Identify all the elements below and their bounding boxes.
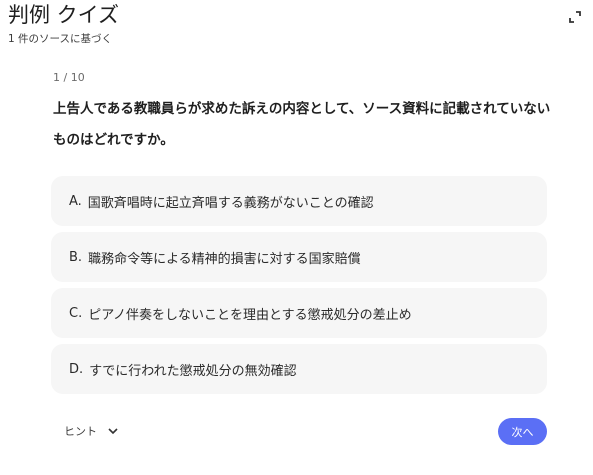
option-text: すでに行われた懲戒処分の無効確認 <box>89 363 297 379</box>
expand-icon <box>569 11 581 23</box>
expand-button[interactable] <box>565 7 585 27</box>
page-title: 判例 クイズ <box>8 3 120 27</box>
option-letter: D. <box>69 361 84 377</box>
option-letter: A. <box>69 193 82 209</box>
answer-option-b[interactable]: B. 職務命令等による精神的損害に対する国家賠償 <box>51 232 547 282</box>
hint-label: ヒント <box>64 425 97 438</box>
question-text: 上告人である教職員らが求めた訴えの内容として、ソース資料に記載されていないものは… <box>53 101 551 148</box>
answer-option-c[interactable]: C. ピアノ伴奏をしないことを理由とする懲戒処分の差止め <box>51 288 547 338</box>
option-letter: C. <box>69 305 83 321</box>
answer-option-d[interactable]: D. すでに行われた懲戒処分の無効確認 <box>51 344 547 394</box>
option-text: ピアノ伴奏をしないことを理由とする懲戒処分の差止め <box>88 307 412 323</box>
answer-options: A. 国歌斉唱時に起立斉唱する義務がないことの確認 B. 職務命令等による精神的… <box>51 176 547 400</box>
question-progress: 1 / 10 <box>53 71 85 84</box>
source-count-subtitle: 1 件のソースに基づく <box>8 33 112 45</box>
hint-toggle[interactable]: ヒント <box>64 421 119 441</box>
answer-option-a[interactable]: A. 国歌斉唱時に起立斉唱する義務がないことの確認 <box>51 176 547 226</box>
option-letter: B. <box>69 249 83 265</box>
chevron-down-icon <box>108 428 118 435</box>
option-text: 国歌斉唱時に起立斉唱する義務がないことの確認 <box>87 195 374 211</box>
next-button[interactable]: 次へ <box>498 418 547 445</box>
option-text: 職務命令等による精神的損害に対する国家賠償 <box>88 251 361 267</box>
